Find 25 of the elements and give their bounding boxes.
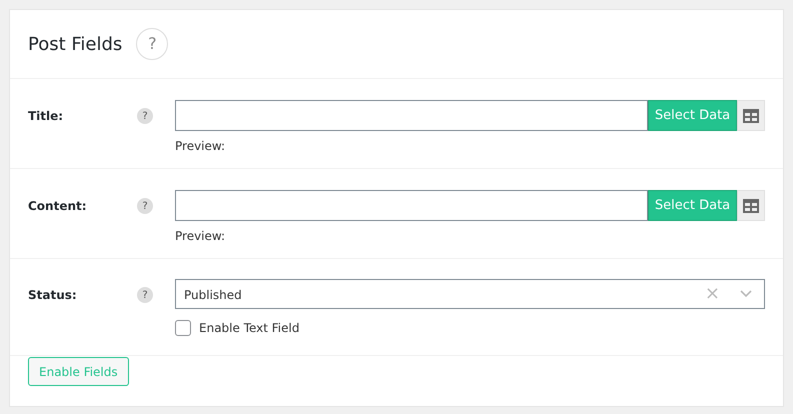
table-button[interactable] <box>737 100 765 131</box>
preview-label: Preview: <box>175 228 226 245</box>
panel-title: Post Fields <box>28 32 122 56</box>
help-icon[interactable]: ? <box>136 28 168 60</box>
field-label: Status: <box>28 287 77 304</box>
enable-fields-button[interactable]: Enable Fields <box>28 357 129 386</box>
preview-label: Preview: <box>175 138 226 155</box>
text-input[interactable] <box>175 190 648 221</box>
field-label: Content: <box>28 198 87 215</box>
table-button[interactable] <box>737 190 765 221</box>
help-icon[interactable]: ? <box>137 287 153 303</box>
select-data-button[interactable]: Select Data <box>648 100 737 131</box>
select-data-button[interactable]: Select Data <box>648 190 737 221</box>
select-value: Published <box>184 287 243 304</box>
status-select[interactable]: Published × <box>175 279 765 309</box>
checkbox[interactable] <box>175 320 191 336</box>
table-icon <box>743 108 759 122</box>
help-icon[interactable]: ? <box>137 108 153 124</box>
checkbox-label: Enable Text Field <box>199 320 300 337</box>
text-input[interactable] <box>175 100 648 131</box>
clear-icon[interactable]: × <box>704 285 720 303</box>
table-icon <box>743 198 759 212</box>
help-icon[interactable]: ? <box>137 198 153 214</box>
chevron-down-icon <box>740 290 752 298</box>
field-label: Title: <box>28 108 64 125</box>
